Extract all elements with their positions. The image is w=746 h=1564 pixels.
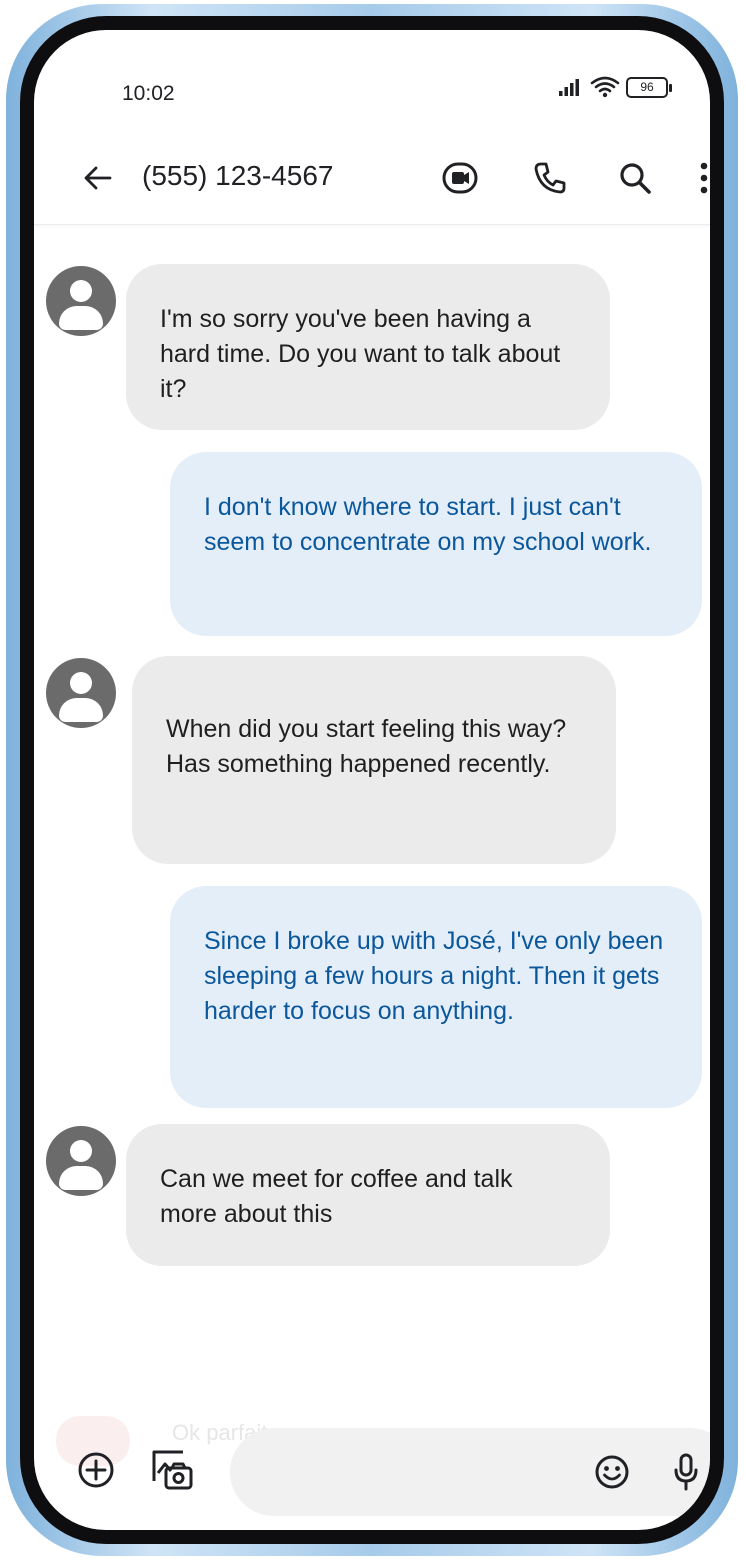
phone-bezel: 10:02 96 (555) 123-4567 I'm so sorry you… [20,16,724,1544]
message-list: I'm so sorry you've been having a hard t… [34,226,710,1406]
more-vertical-icon [700,162,708,194]
video-call-button[interactable] [432,150,488,206]
plus-circle-icon [78,1452,114,1488]
status-bar: 10:02 96 [34,30,710,140]
battery-icon: 96 [626,76,672,98]
incoming-message[interactable]: I'm so sorry you've been having a hard t… [126,264,610,430]
status-icons: 96 [558,76,672,98]
emoji-button[interactable] [590,1450,634,1494]
status-time: 10:02 [122,82,175,105]
signal-icon [559,79,579,96]
app-bar: (555) 123-4567 [34,132,710,225]
phone-screen: 10:02 96 (555) 123-4567 I'm so sorry you… [34,30,710,1530]
composer: Ok parfait [34,1408,710,1530]
mic-button[interactable] [664,1448,708,1496]
gallery-button[interactable] [148,1446,196,1494]
video-call-icon [442,162,478,194]
search-icon [620,163,651,194]
arrow-left-icon [84,166,112,190]
more-options-button[interactable] [684,150,710,206]
incoming-message[interactable]: Can we meet for coffee and talk more abo… [126,1124,610,1266]
outgoing-message[interactable]: I don't know where to start. I just can'… [170,452,702,636]
wifi-icon [590,76,620,98]
mic-icon [674,1453,698,1491]
phone-icon [534,162,566,194]
back-button[interactable] [70,150,126,206]
phone-frame: 10:02 96 (555) 123-4567 I'm so sorry you… [6,4,738,1556]
search-button[interactable] [607,150,663,206]
emoji-icon [595,1455,629,1489]
contact-title: (555) 123-4567 [142,160,334,191]
incoming-message[interactable]: When did you start feeling this way? Has… [132,656,616,864]
outgoing-message[interactable]: Since I broke up with José, I've only be… [170,886,702,1108]
avatar[interactable] [46,658,116,728]
avatar[interactable] [46,266,116,336]
call-button[interactable] [522,150,578,206]
message-input[interactable] [258,1452,582,1494]
message-input-field[interactable] [230,1428,710,1516]
avatar[interactable] [46,1126,116,1196]
attach-button[interactable] [74,1448,118,1492]
gallery-camera-icon [152,1450,193,1490]
